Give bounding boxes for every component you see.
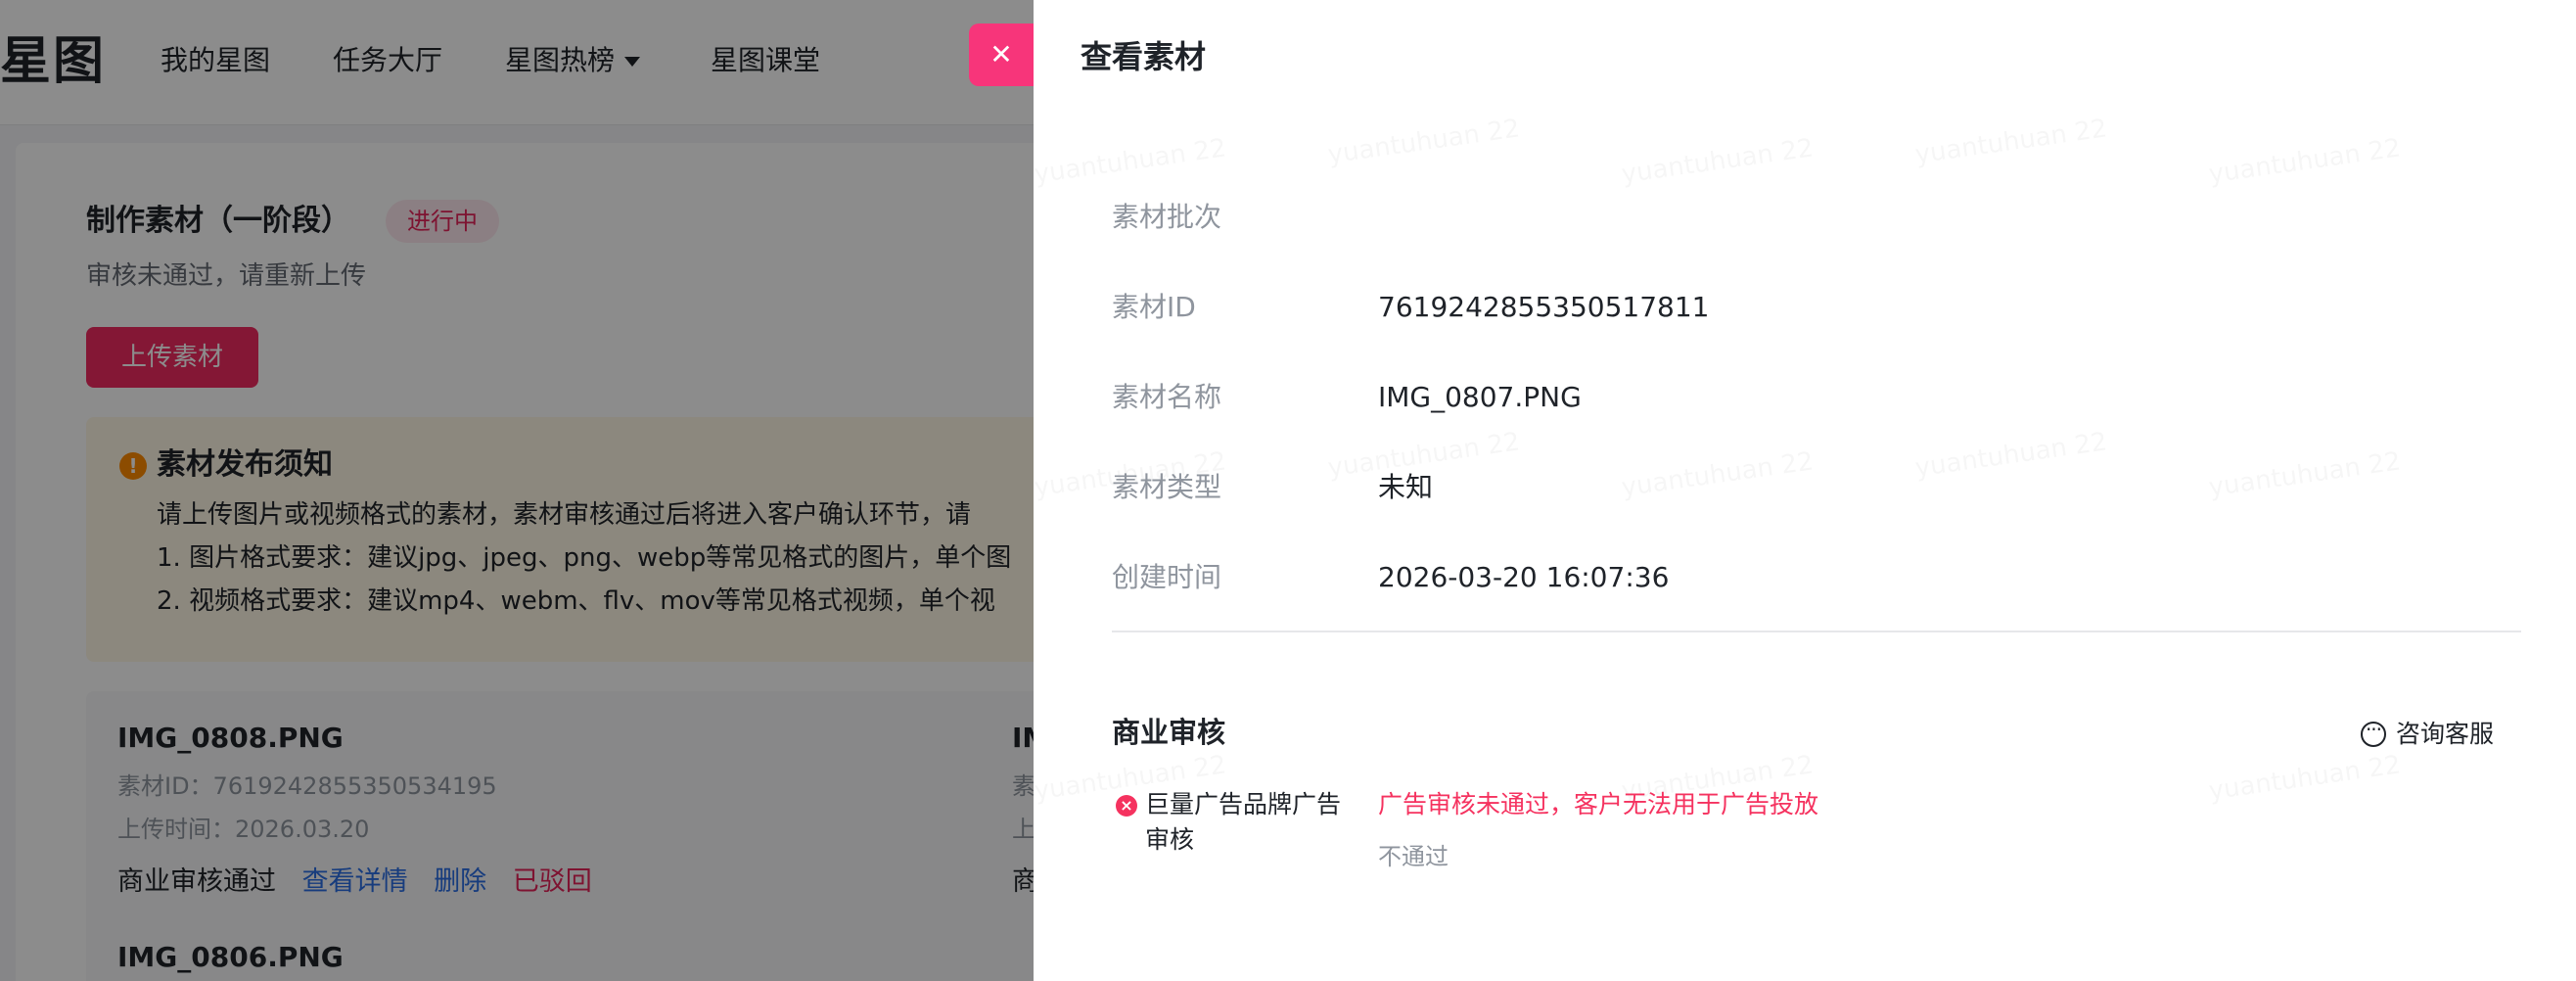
info-row-batch: 素材批次	[1112, 198, 2482, 237]
chat-bubble-icon	[2361, 717, 2386, 747]
watermark: yuantuhuan 22	[2207, 133, 2403, 189]
info-value: 未知	[1378, 471, 1434, 503]
info-row-name: 素材名称 IMG_0807.PNG	[1112, 378, 2482, 417]
info-row-created: 创建时间 2026-03-20 16:07:36	[1112, 558, 2482, 597]
info-value: 7619242855350517811	[1378, 291, 1710, 323]
close-icon: ✕	[989, 38, 1013, 70]
watermark: yuantuhuan 22	[1326, 114, 1522, 169]
info-row-id: 素材ID 7619242855350517811	[1112, 288, 2482, 327]
error-circle-icon: ×	[1116, 795, 1137, 817]
review-message: 广告审核未通过，客户无法用于广告投放	[1378, 790, 1819, 818]
drawer-title: 查看素材	[1081, 38, 1207, 75]
info-label: 素材名称	[1112, 381, 1222, 413]
divider	[1112, 631, 2521, 632]
info-label: 素材ID	[1112, 291, 1196, 323]
review-item-name: 巨量广告品牌广告审核	[1145, 790, 1342, 854]
watermark: yuantuhuan 22	[1620, 133, 1816, 189]
info-value: 2026-03-20 16:07:36	[1378, 561, 1670, 593]
info-value: IMG_0807.PNG	[1378, 381, 1582, 413]
info-row-type: 素材类型 未知	[1112, 468, 2482, 507]
info-label: 素材批次	[1112, 201, 1222, 233]
close-drawer-button[interactable]: ✕	[969, 23, 1034, 86]
info-label: 素材类型	[1112, 471, 1222, 503]
review-section-title: 商业审核	[1112, 716, 1226, 749]
watermark: yuantuhuan 22	[1913, 114, 2109, 169]
review-result: 不通过	[1378, 843, 1449, 870]
consult-support-button[interactable]: 咨询客服	[2361, 715, 2494, 754]
watermark: yuantuhuan 22	[1034, 133, 1228, 189]
consult-support-label: 咨询客服	[2396, 720, 2495, 748]
material-detail-drawer: 查看素材 yuantuhuan 22 yuantuhuan 22 yuantuh…	[1034, 0, 2576, 981]
info-label: 创建时间	[1112, 561, 1222, 593]
watermark: yuantuhuan 22	[2207, 750, 2403, 806]
